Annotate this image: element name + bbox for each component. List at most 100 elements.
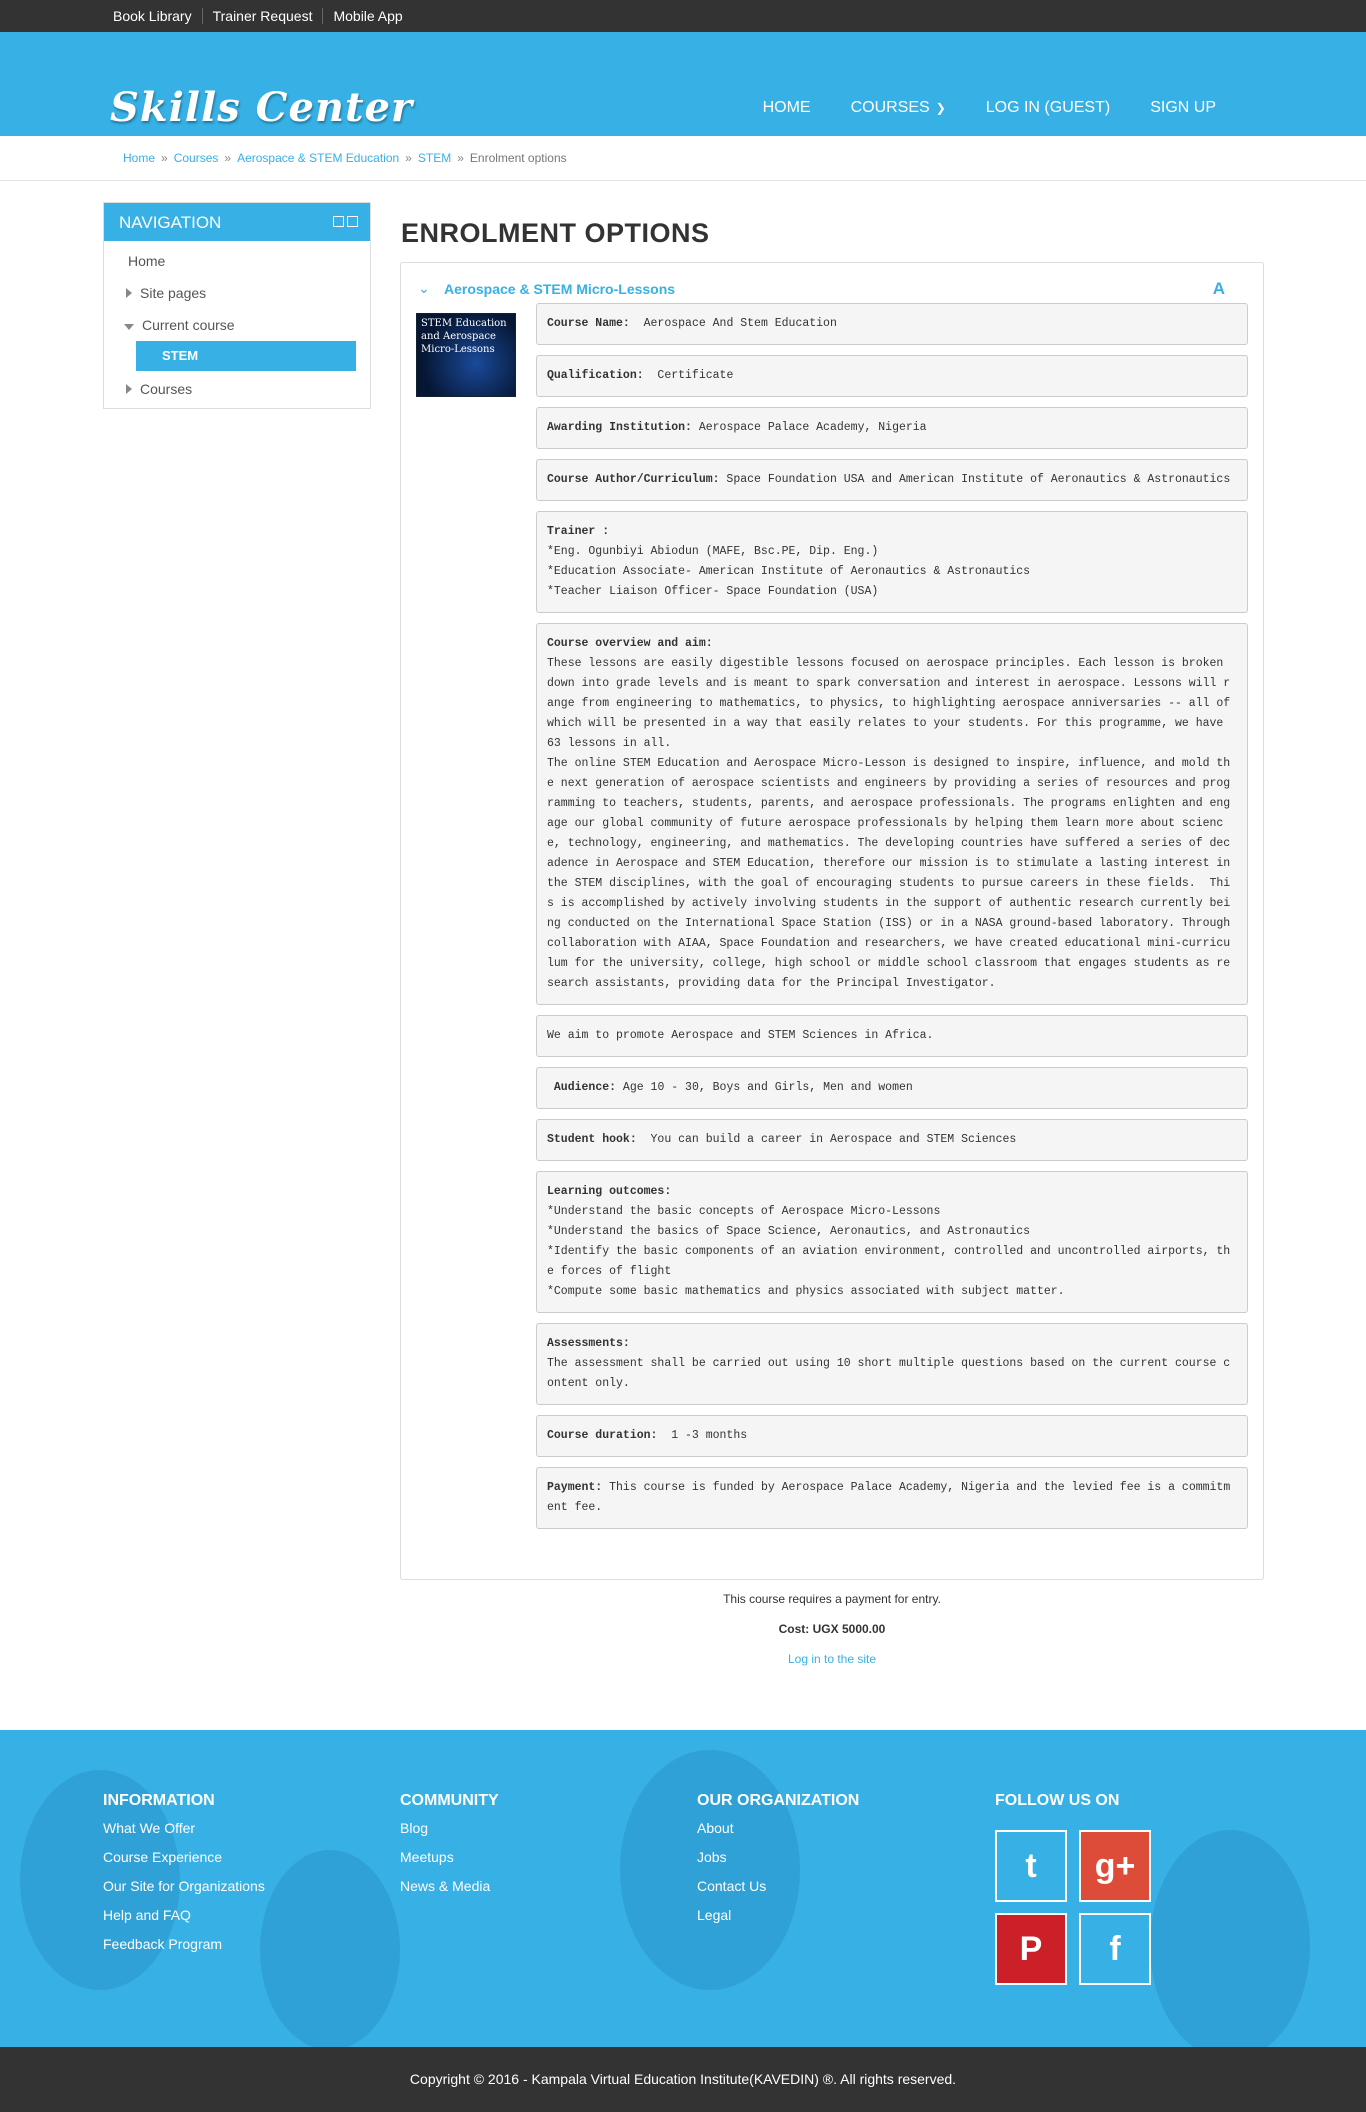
mobile-app-link[interactable]: Mobile App (322, 8, 412, 24)
nav-courses-label: COURSES (850, 99, 930, 116)
pinterest-icon[interactable]: P (995, 1913, 1067, 1985)
nav-tree-current-course[interactable]: Current course (124, 317, 235, 333)
nav-tree-label: Site pages (140, 285, 207, 301)
summary-field: Learning outcomes: *Understand the basic… (536, 1171, 1248, 1313)
summary-field: Payment: This course is funded by Aerosp… (536, 1467, 1248, 1529)
breadcrumb-bar: Home » Courses » Aerospace & STEM Educatio… (0, 136, 1366, 181)
collapse-icon[interactable] (333, 216, 344, 227)
footer-heading: OUR ORGANIZATION (697, 1792, 860, 1809)
footer-link-course-experience[interactable]: Course Experience (103, 1849, 265, 1865)
breadcrumb-separator-icon: » (405, 151, 412, 165)
course-name-link[interactable]: Aerospace & STEM Micro-Lessons (444, 281, 675, 297)
summary-field: Trainer : *Eng. Ogunbiyi Abiodun (MAFE, … (536, 511, 1248, 613)
twitter-icon[interactable]: t (995, 1830, 1067, 1902)
summary-field-label: Payment: (547, 1481, 603, 1494)
site-header: Skills Center HOME COURSES ❯ LOG IN (GUES… (0, 32, 1366, 136)
dock-icon[interactable] (347, 216, 358, 227)
footer-link-meetups[interactable]: Meetups (400, 1849, 499, 1865)
summary-field: Course duration: 1 -3 months (536, 1415, 1248, 1457)
google-plus-icon[interactable]: g+ (1079, 1830, 1151, 1902)
nav-tree-label: Current course (142, 317, 235, 333)
footer-link-legal[interactable]: Legal (697, 1907, 859, 1923)
summary-field-text: You can build a career in Aerospace and … (636, 1133, 1017, 1146)
summary-field: Qualification: Certificate (536, 355, 1248, 397)
login-link[interactable]: Log in to the site (400, 1652, 1264, 1666)
summary-field-text: This course is funded by Aerospace Palac… (547, 1481, 1231, 1514)
summary-field-text: We aim to promote Aerospace and STEM Sci… (547, 1029, 934, 1042)
footer-link-help[interactable]: Help and FAQ (103, 1907, 265, 1923)
top-bar: Book Library Trainer Request Mobile App (0, 0, 1366, 32)
footer-community: COMMUNITY Blog Meetups News & Media (400, 1792, 499, 1907)
breadcrumb-separator-icon: » (224, 151, 232, 165)
summary-field-label: Course Author/Curriculum: (547, 473, 720, 486)
nav-courses[interactable]: COURSES ❯ (851, 99, 946, 117)
breadcrumb-category[interactable]: Aerospace & STEM Education (237, 151, 399, 165)
font-size-icon[interactable]: A (1213, 279, 1225, 299)
summary-field-text: Aerospace And Stem Education (629, 317, 837, 330)
footer-link-news[interactable]: News & Media (400, 1878, 499, 1894)
caret-down-icon (124, 324, 134, 330)
nav-tree-site-pages[interactable]: Site pages (126, 285, 206, 301)
navigation-title: NAVIGATION (119, 213, 222, 232)
footer-link-blog[interactable]: Blog (400, 1820, 499, 1836)
summary-field-label: Qualification: (547, 369, 644, 382)
footer-link-organizations[interactable]: Our Site for Organizations (103, 1878, 265, 1894)
nav-tree-stem[interactable]: STEM (136, 341, 356, 371)
summary-field-label: Course duration: (547, 1429, 658, 1442)
summary-field-label: Audience: (547, 1081, 617, 1094)
course-image: STEM Education and Aerospace Micro-Lesso… (416, 313, 516, 397)
nav-signup[interactable]: SIGN UP (1150, 99, 1216, 117)
summary-field: Course Name: Aerospace And Stem Educatio… (536, 303, 1248, 345)
footer-organization: OUR ORGANIZATION About Jobs Contact Us L… (697, 1792, 859, 1936)
summary-field-text: These lessons are easily digestible less… (547, 657, 1231, 990)
breadcrumb-course[interactable]: STEM (418, 151, 451, 165)
summary-field: Awarding Institution: Aerospace Palace A… (536, 407, 1248, 449)
book-library-link[interactable]: Book Library (103, 8, 202, 24)
course-box: ⌄ Aerospace & STEM Micro-Lessons A STEM … (400, 262, 1264, 1580)
footer-heading: COMMUNITY (400, 1792, 499, 1809)
breadcrumb: Home » Courses » Aerospace & STEM Educatio… (123, 151, 567, 165)
breadcrumb-separator-icon: » (161, 151, 168, 165)
payment-notice: This course requires a payment for entry… (723, 1592, 941, 1606)
summary-field-label: Assessments: (547, 1337, 630, 1350)
nav-login[interactable]: LOG IN (GUEST) (986, 99, 1110, 117)
summary-field-text: *Understand the basic concepts of Aerosp… (547, 1205, 1231, 1298)
nav-tree-courses[interactable]: Courses (126, 381, 192, 397)
summary-field: Audience: Age 10 - 30, Boys and Girls, M… (536, 1067, 1248, 1109)
site-footer: INFORMATION What We Offer Course Experie… (0, 1730, 1366, 2047)
nav-tree-label: Courses (140, 381, 193, 397)
summary-field-text: Aerospace Palace Academy, Nigeria (691, 421, 927, 434)
background-decoration (260, 1850, 400, 2047)
page-title: ENROLMENT OPTIONS (401, 218, 710, 248)
breadcrumb-courses[interactable]: Courses (174, 151, 219, 165)
caret-right-icon (126, 384, 132, 394)
summary-field: Course Author/Curriculum: Space Foundati… (536, 459, 1248, 501)
summary-field-text: The assessment shall be carried out usin… (547, 1357, 1231, 1390)
footer-link-contact[interactable]: Contact Us (697, 1878, 859, 1894)
footer-heading: FOLLOW US ON (995, 1792, 1120, 1809)
summary-field: Student hook: You can build a career in … (536, 1119, 1248, 1161)
facebook-icon[interactable]: f (1079, 1913, 1151, 1985)
footer-link-jobs[interactable]: Jobs (697, 1849, 859, 1865)
nav-home[interactable]: HOME (763, 99, 811, 117)
main-nav: HOME COURSES ❯ LOG IN (GUEST) SIGN UP (723, 99, 1216, 117)
chevron-down-icon: ❯ (935, 101, 946, 115)
summary-field-label: Awarding Institution: (547, 421, 692, 434)
footer-link-about[interactable]: About (697, 1820, 859, 1836)
summary-field-label: Course overview and aim: (547, 637, 713, 650)
nav-tree-home[interactable]: Home (128, 253, 165, 269)
course-summary: Course Name: Aerospace And Stem Educatio… (536, 303, 1248, 1539)
summary-field: We aim to promote Aerospace and STEM Sci… (536, 1015, 1248, 1057)
site-logo[interactable]: Skills Center (110, 84, 413, 131)
breadcrumb-separator-icon: » (457, 151, 464, 165)
chevron-down-icon[interactable]: ⌄ (418, 280, 430, 297)
footer-link-feedback[interactable]: Feedback Program (103, 1936, 265, 1952)
footer-link-what-we-offer[interactable]: What We Offer (103, 1820, 265, 1836)
summary-field-text: Certificate (643, 369, 734, 382)
trainer-request-link[interactable]: Trainer Request (201, 8, 323, 24)
course-cost: Cost: UGX 5000.00 (778, 1622, 886, 1636)
breadcrumb-home[interactable]: Home (123, 151, 155, 165)
summary-field-text: *Eng. Ogunbiyi Abiodun (MAFE, Bsc.PE, Di… (547, 545, 1031, 598)
summary-field-text: Age 10 - 30, Boys and Girls, Men and wom… (616, 1081, 913, 1094)
navigation-header: NAVIGATION (104, 203, 370, 241)
